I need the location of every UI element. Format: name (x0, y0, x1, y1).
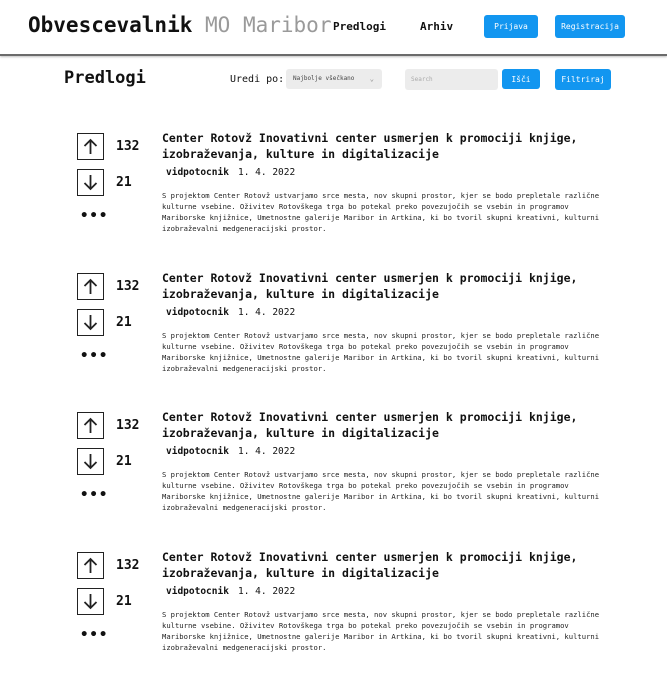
site-header: Obvescevalnik MO Maribor Predlogi Arhiv … (0, 0, 667, 56)
register-button[interactable]: Registracija (555, 15, 625, 38)
proposal-title[interactable]: Center Rotovž Inovativni center usmerjen… (162, 549, 602, 581)
proposal-author[interactable]: vidpotocnik (166, 586, 229, 597)
proposal-card: 132 21 ••• Center Rotovž Inovativni cent… (0, 549, 667, 659)
downvote-button[interactable] (77, 169, 104, 196)
proposal-date: 1. 4. 2022 (238, 167, 296, 178)
downvote-count: 21 (116, 454, 132, 469)
upvote-button[interactable] (77, 273, 104, 300)
proposal-author[interactable]: vidpotocnik (166, 446, 229, 457)
proposal-date: 1. 4. 2022 (238, 307, 296, 318)
proposal-excerpt: S projektom Center Rotovž ustvarjamo src… (162, 331, 600, 373)
proposal-date: 1. 4. 2022 (238, 446, 296, 457)
arrow-up-icon (83, 557, 98, 573)
downvote-button[interactable] (77, 309, 104, 336)
login-button[interactable]: Prijava (484, 15, 538, 38)
sort-select[interactable]: Najbolje všečkano ⌄ (286, 69, 382, 89)
proposal-title[interactable]: Center Rotovž Inovativni center usmerjen… (162, 130, 602, 162)
proposal-excerpt: S projektom Center Rotovž ustvarjamo src… (162, 191, 600, 233)
more-options-icon[interactable]: ••• (80, 627, 108, 643)
downvote-count: 21 (116, 594, 132, 609)
search-button[interactable]: Išči (502, 69, 540, 89)
site-logo[interactable]: Obvescevalnik MO Maribor (28, 13, 331, 37)
upvote-count: 132 (116, 418, 140, 433)
downvote-button[interactable] (77, 588, 104, 615)
proposal-excerpt: S projektom Center Rotovž ustvarjamo src… (162, 470, 600, 512)
arrow-down-icon (83, 175, 98, 191)
filter-button[interactable]: Filtriraj (555, 69, 611, 90)
upvote-button[interactable] (77, 133, 104, 160)
nav-link-archive[interactable]: Arhiv (420, 20, 453, 33)
brand-primary: Obvescevalnik (28, 13, 193, 37)
upvote-count: 132 (116, 558, 140, 573)
sort-selected-value: Najbolje všečkano (293, 75, 355, 82)
nav-link-proposals[interactable]: Predlogi (333, 20, 386, 33)
downvote-count: 21 (116, 315, 132, 330)
proposal-title[interactable]: Center Rotovž Inovativni center usmerjen… (162, 409, 602, 441)
more-options-icon[interactable]: ••• (80, 348, 108, 364)
downvote-count: 21 (116, 175, 132, 190)
arrow-down-icon (83, 315, 98, 331)
brand-secondary: MO Maribor (205, 13, 332, 37)
arrow-down-icon (83, 454, 98, 470)
upvote-count: 132 (116, 139, 140, 154)
arrow-up-icon (83, 417, 98, 433)
proposal-author[interactable]: vidpotocnik (166, 167, 229, 178)
page-title: Predlogi (64, 68, 146, 88)
chevron-down-icon: ⌄ (369, 75, 374, 83)
proposal-title[interactable]: Center Rotovž Inovativni center usmerjen… (162, 270, 602, 302)
proposal-author[interactable]: vidpotocnik (166, 307, 229, 318)
downvote-button[interactable] (77, 448, 104, 475)
arrow-up-icon (83, 278, 98, 294)
upvote-button[interactable] (77, 552, 104, 579)
upvote-count: 132 (116, 279, 140, 294)
more-options-icon[interactable]: ••• (80, 208, 108, 224)
proposal-card: 132 21 ••• Center Rotovž Inovativni cent… (0, 409, 667, 519)
search-input[interactable] (405, 69, 498, 90)
proposal-card: 132 21 ••• Center Rotovž Inovativni cent… (0, 130, 667, 240)
more-options-icon[interactable]: ••• (80, 487, 108, 503)
proposal-date: 1. 4. 2022 (238, 586, 296, 597)
sort-label: Uredi po: (230, 74, 285, 85)
arrow-up-icon (83, 138, 98, 154)
proposal-excerpt: S projektom Center Rotovž ustvarjamo src… (162, 610, 600, 652)
arrow-down-icon (83, 594, 98, 610)
proposal-card: 132 21 ••• Center Rotovž Inovativni cent… (0, 270, 667, 380)
upvote-button[interactable] (77, 412, 104, 439)
